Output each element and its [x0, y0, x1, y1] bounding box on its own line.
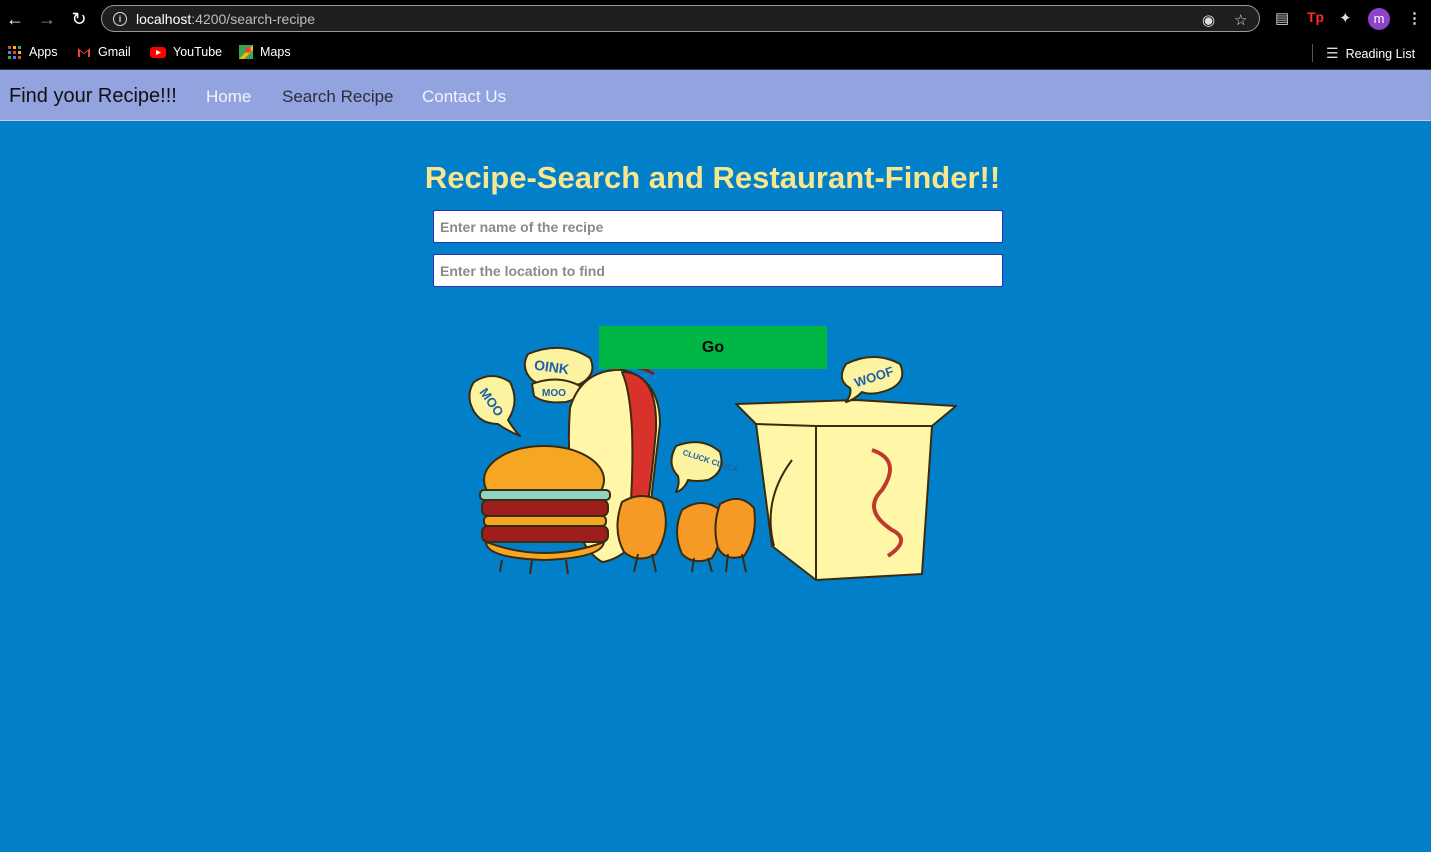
extension-chart-icon[interactable]: ▤ [1275, 9, 1289, 27]
bookmark-label: YouTube [173, 45, 223, 59]
site-info-icon[interactable]: i [113, 12, 127, 26]
reload-icon[interactable]: ↻ [68, 8, 90, 30]
burger-legs [499, 559, 569, 575]
nav-link-home[interactable]: Home [206, 87, 251, 107]
nav-link-contact-us[interactable]: Contact Us [422, 87, 506, 107]
bookmark-youtube[interactable]: YouTube [150, 45, 222, 59]
url-path: :4200/search-recipe [191, 11, 316, 27]
extension-tp-icon[interactable]: Tp [1307, 9, 1324, 25]
burger-patty-1 [481, 499, 609, 517]
moo-small-text: MOO [542, 388, 566, 399]
profile-avatar[interactable]: m [1368, 8, 1390, 30]
apps-grid-icon [8, 45, 22, 59]
youtube-icon [150, 47, 166, 58]
location-blocked-icon[interactable]: ◉ [1202, 11, 1215, 29]
maps-icon [239, 45, 253, 59]
extensions-puzzle-icon[interactable]: ✦ [1339, 9, 1352, 27]
nugget-1 [616, 495, 667, 560]
bookmark-label: Gmail [98, 45, 131, 59]
burger-patty-2 [481, 525, 609, 543]
food-characters-illustration: MOO OINK MOO CLUCK CLUCK WOOF [468, 346, 957, 581]
app-navbar: Find your Recipe!!! Home Search Recipe C… [0, 70, 1431, 121]
recipe-name-input[interactable] [433, 210, 1003, 243]
bookmark-apps[interactable]: Apps [8, 45, 58, 59]
reading-list-label: Reading List [1345, 46, 1416, 61]
nav-link-search-recipe[interactable]: Search Recipe [282, 87, 394, 107]
bookmarks-bar: Apps Gmail YouTube Maps ☰ Reading List [0, 38, 1431, 70]
url-text: localhost:4200/search-recipe [136, 11, 315, 27]
bookmark-maps[interactable]: Maps [239, 45, 291, 59]
page-title: Recipe-Search and Restaurant-Finder!! [424, 160, 1001, 195]
browser-toolbar: ← → ↻ i localhost:4200/search-recipe ◉ ☆… [0, 0, 1431, 38]
back-arrow-icon[interactable]: ← [4, 8, 26, 30]
url-host: localhost [136, 11, 192, 27]
bookmark-label: Maps [260, 45, 291, 59]
nugget-3 [714, 497, 756, 559]
bookmark-label: Apps [29, 45, 58, 59]
brand-title[interactable]: Find your Recipe!!! [9, 85, 177, 108]
go-button[interactable]: Go [599, 326, 827, 369]
gmail-icon [78, 48, 90, 57]
reading-list-icon: ☰ [1326, 45, 1339, 61]
burger-middle-bun [483, 515, 607, 527]
star-bookmark-icon[interactable]: ☆ [1234, 11, 1247, 29]
location-input[interactable] [433, 254, 1003, 287]
bookmark-gmail[interactable]: Gmail [77, 45, 131, 59]
bookmarks-divider [1312, 44, 1313, 62]
forward-arrow-icon[interactable]: → [36, 8, 58, 30]
menu-dots-icon[interactable]: ⋮ [1407, 9, 1422, 27]
address-bar[interactable]: i localhost:4200/search-recipe ◉ ☆ [101, 5, 1260, 32]
burger-lettuce [479, 489, 611, 501]
reading-list[interactable]: ☰ Reading List [1326, 45, 1415, 62]
